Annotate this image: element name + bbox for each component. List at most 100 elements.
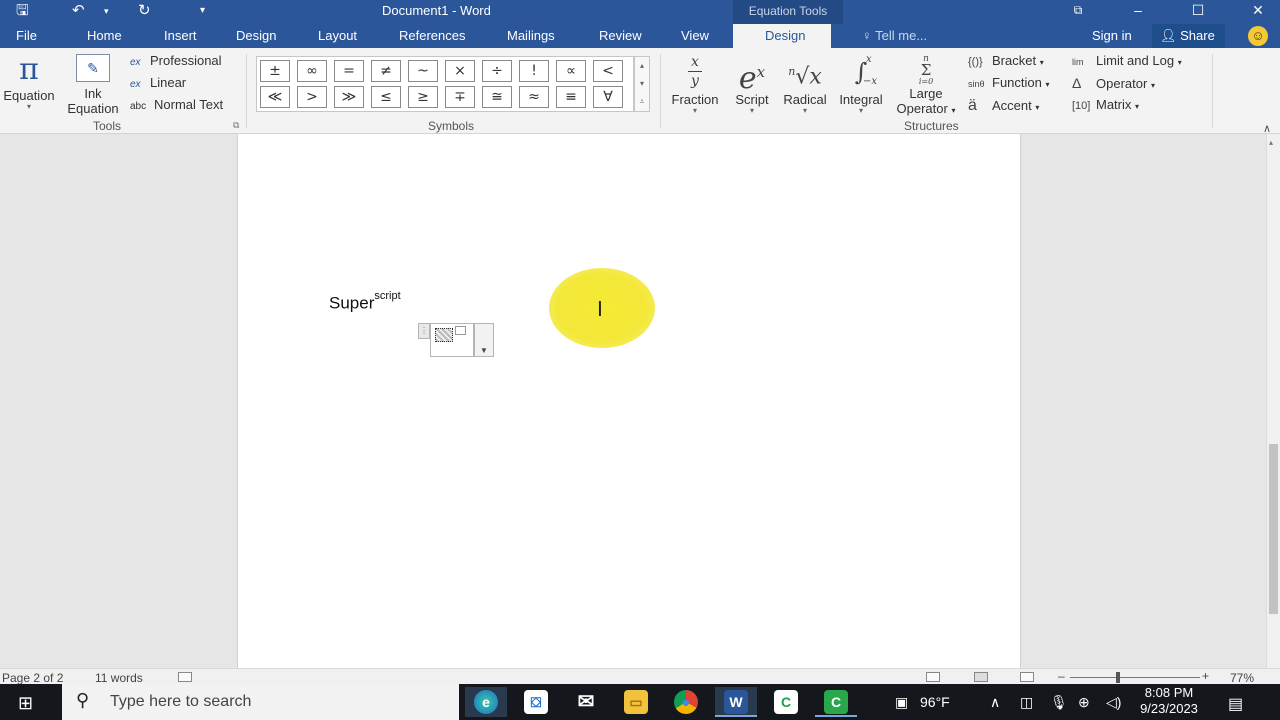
equation-placeholder[interactable] [430,323,474,357]
tell-me-box[interactable]: ♀ Tell me... [862,28,927,43]
equation-move-handle[interactable]: ⋮ [418,323,430,339]
share-button[interactable]: 👤︎ Share [1152,24,1225,48]
symbol-tilde[interactable]: ~ [408,60,438,82]
symbol-less-equal[interactable]: ≤ [371,86,401,108]
page-count[interactable]: Page 2 of 2 [2,671,63,685]
feedback-smiley-icon[interactable]: ☺ [1248,26,1268,46]
minimize-button[interactable]: – [1118,0,1158,22]
edge-icon[interactable]: e [465,687,507,717]
tab-review[interactable]: Review [599,28,642,43]
undo-dropdown-icon[interactable]: ▾ [104,2,109,20]
tab-insert[interactable]: Insert [164,28,197,43]
fraction-button[interactable]: x y Fraction ▾ [666,52,724,115]
tab-layout[interactable]: Layout [318,28,357,43]
accent-button[interactable]: ä Accent ▾ [968,97,1039,115]
web-layout-icon[interactable] [1020,671,1034,685]
symbol-much-greater[interactable]: ≫ [334,86,364,108]
tab-references[interactable]: References [399,28,465,43]
operator-button[interactable]: Δ Operator ▾ [1072,75,1155,91]
print-layout-icon[interactable] [974,671,988,685]
notifications-icon[interactable]: ▤ [1228,694,1243,714]
zoom-in-icon[interactable]: + [1202,669,1209,683]
customize-icon[interactable]: ▾ [200,2,205,20]
volume-icon[interactable]: ◁) [1106,694,1121,711]
base-placeholder[interactable] [435,328,453,342]
scroll-down-icon[interactable]: ▾ [635,75,649,93]
professional-button[interactable]: ex Professional [130,53,222,68]
symbol-proportional[interactable]: ∝ [556,60,586,82]
network-globe-icon[interactable]: ⊕ [1078,694,1090,711]
zoom-slider[interactable] [1070,677,1200,678]
maximize-button[interactable]: ☐ [1178,0,1218,22]
zoom-out-icon[interactable]: – [1058,669,1065,683]
tab-view[interactable]: View [681,28,709,43]
symbol-greater-equal[interactable]: ≥ [408,86,438,108]
sign-in-link[interactable]: Sign in [1092,28,1132,43]
store-icon[interactable]: ⛋ [515,687,557,717]
symbol-minus-plus[interactable]: ∓ [445,86,475,108]
tab-design[interactable]: Design [236,28,276,43]
symbol-infinity[interactable]: ∞ [297,60,327,82]
symbol-equals[interactable]: = [334,60,364,82]
tab-mailings[interactable]: Mailings [507,28,555,43]
symbol-approx[interactable]: ≈ [519,86,549,108]
normal-text-button[interactable]: abc Normal Text [130,97,223,112]
windows-start-icon[interactable]: ⊞ [18,693,33,714]
symbol-times[interactable]: × [445,60,475,82]
system-clock[interactable]: 8:08 PM 9/23/2023 [1134,685,1204,717]
symbol-identical[interactable]: ≡ [556,86,586,108]
chrome-icon[interactable]: ● [665,687,707,717]
redo-icon[interactable]: ↻ [138,2,151,20]
zoom-level[interactable]: 77% [1230,671,1254,685]
camtasia-recorder-icon[interactable]: C [815,687,857,717]
limit-and-log-button[interactable]: lim Limit and Log ▾ [1072,53,1182,68]
scroll-up-icon[interactable]: ▴ [635,57,649,75]
matrix-button[interactable]: [10] Matrix ▾ [1072,97,1139,112]
linear-button[interactable]: ex Linear [130,75,186,90]
radical-button[interactable]: n√x Radical ▾ [778,52,832,115]
symbol-plus-minus[interactable]: ± [260,60,290,82]
zoom-slider-thumb[interactable] [1116,672,1120,683]
word-count[interactable]: 11 words [95,671,143,685]
large-operator-button[interactable]: n Σ i=0 Large Operator ▾ [890,52,962,118]
file-explorer-icon[interactable]: ▭ [615,687,657,717]
save-icon[interactable]: 🖫 [16,2,29,20]
symbol-much-less[interactable]: ≪ [260,86,290,108]
dialog-launcher-icon[interactable]: ⧉ [233,120,239,131]
microphone-icon[interactable]: 🎙︎ [1050,694,1068,711]
weather-temp[interactable]: 96°F [920,694,950,710]
function-button[interactable]: sinθ Function ▾ [968,75,1050,90]
vertical-scrollbar[interactable]: ▴ [1266,134,1280,668]
symbol-greater-than[interactable]: > [297,86,327,108]
gallery-more-icon[interactable]: ⩡ [635,93,649,111]
camtasia-icon[interactable]: C [765,687,807,717]
word-icon[interactable]: W [715,687,757,717]
taskbar-search[interactable]: ⚲ Type here to search [62,684,459,720]
equation-options-dropdown[interactable]: ▼ [474,323,494,357]
symbol-for-all[interactable]: ∀ [593,86,623,108]
tab-equation-design[interactable]: Design [733,24,832,48]
integral-button[interactable]: ∫ x −x Integral ▾ [834,52,888,115]
superscript-placeholder[interactable] [455,326,466,335]
symbols-scroll[interactable]: ▴ ▾ ⩡ [634,56,650,112]
close-button[interactable]: ✕ [1238,0,1278,22]
script-button[interactable]: ex Script ▾ [728,52,776,115]
scroll-thumb[interactable] [1269,444,1278,614]
symbol-less-than[interactable]: < [593,60,623,82]
ribbon-display-options-icon[interactable]: ⧉ [1058,0,1098,22]
tray-chevron-up-icon[interactable]: ∧ [990,694,1000,711]
bracket-button[interactable]: {()} Bracket ▾ [968,53,1044,68]
tab-file[interactable]: File [16,28,37,43]
mail-icon[interactable]: ✉ [565,687,607,717]
symbol-not-equal[interactable]: ≠ [371,60,401,82]
proofing-icon[interactable] [178,671,192,685]
symbol-divide[interactable]: ÷ [482,60,512,82]
equation-button[interactable]: π Equation ▾ [0,52,58,111]
symbol-congruent[interactable]: ≅ [482,86,512,108]
scroll-up-icon[interactable]: ▴ [1269,138,1273,147]
document-page[interactable] [237,134,1021,668]
equation-text[interactable]: Superscript [329,290,401,314]
weather-icon[interactable]: ▣ [895,694,908,711]
meet-now-icon[interactable]: ◫ [1020,694,1033,711]
symbol-factorial[interactable]: ! [519,60,549,82]
